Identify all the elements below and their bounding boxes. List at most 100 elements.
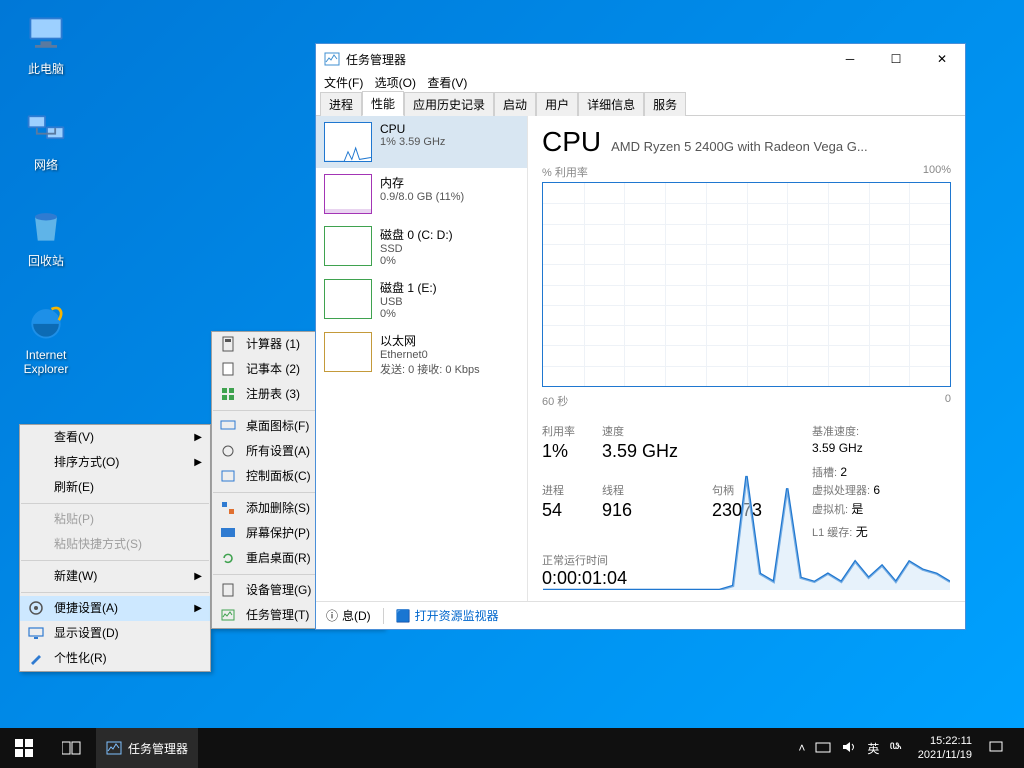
system-tray: ˄ 英 ꧘ 15:22:11 2021/11/19 [798, 728, 1024, 768]
clock-time: 15:22:11 [918, 734, 972, 748]
taskbar-app-label: 任务管理器 [128, 740, 188, 757]
y-axis-max: 100% [923, 164, 951, 180]
desktop-icon-ie[interactable]: Internet Explorer [9, 300, 83, 376]
network-thumb-chart [324, 332, 372, 372]
tray-ime-lang[interactable]: 英 [867, 740, 879, 757]
cpu-thumb-chart [324, 122, 372, 162]
desktop-icon-recycle-bin[interactable]: 回收站 [9, 204, 83, 269]
taskbar-app-taskmgr[interactable]: 任务管理器 [96, 728, 198, 768]
resource-cpu[interactable]: CPU1% 3.59 GHz [316, 116, 527, 168]
start-button[interactable] [0, 728, 48, 768]
tab-strip: 进程 性能 应用历史记录 启动 用户 详细信息 服务 [316, 94, 965, 116]
separator [21, 560, 209, 561]
task-manager-window: 任务管理器 ─ ☐ ✕ 文件(F) 选项(O) 查看(V) 进程 性能 应用历史… [315, 43, 966, 630]
ctx-personalize[interactable]: 个性化(R) [20, 646, 210, 671]
notepad-icon [220, 361, 236, 377]
desktop-icon-label: 此电脑 [28, 62, 64, 76]
menu-file[interactable]: 文件(F) [324, 76, 363, 90]
tray-volume-icon[interactable] [841, 739, 857, 758]
settings-icon [220, 443, 236, 459]
show-desktop-button[interactable] [1014, 728, 1020, 768]
ctx-view[interactable]: 查看(V)▶ [20, 425, 210, 450]
network-icon [24, 108, 68, 152]
status-bar: ⓘ息(D) 🟦打开资源监视器 [316, 601, 965, 629]
ctx-display-settings[interactable]: 显示设置(D) [20, 621, 210, 646]
cpu-model: AMD Ryzen 5 2400G with Radeon Vega G... [611, 139, 868, 154]
clock-date: 2021/11/19 [918, 748, 972, 762]
resource-disk0[interactable]: 磁盘 0 (C: D:)SSD0% [316, 220, 527, 273]
gear-icon [28, 600, 44, 616]
tray-chevron-icon[interactable]: ˄ [798, 741, 805, 755]
desktop-icon-label: 网络 [34, 158, 58, 172]
maximize-button[interactable]: ☐ [873, 44, 919, 74]
ctx-sort[interactable]: 排序方式(O)▶ [20, 450, 210, 475]
desktop-icon-label: 回收站 [28, 254, 64, 268]
chevron-right-icon: ▶ [194, 425, 202, 450]
title-bar[interactable]: 任务管理器 ─ ☐ ✕ [316, 44, 965, 74]
tray-clock[interactable]: 15:22:11 2021/11/19 [912, 734, 978, 762]
window-title: 任务管理器 [346, 51, 406, 68]
tab-details[interactable]: 详细信息 [578, 92, 644, 116]
screensaver-icon [220, 525, 236, 541]
restart-icon [220, 550, 236, 566]
open-resource-monitor-link[interactable]: 🟦打开资源监视器 [396, 607, 499, 624]
tab-startup[interactable]: 启动 [494, 92, 536, 116]
ctx-quick-settings[interactable]: 便捷设置(A)▶ [20, 596, 210, 621]
desktop-icon-label: Internet Explorer [24, 348, 69, 376]
disk-thumb-chart [324, 226, 372, 266]
ctx-new[interactable]: 新建(W)▶ [20, 564, 210, 589]
ctx-paste-shortcut: 粘贴快捷方式(S) [20, 532, 210, 557]
desktop-icon-network[interactable]: 网络 [9, 108, 83, 173]
desktop-icon-this-pc[interactable]: 此电脑 [9, 12, 83, 77]
minimize-button[interactable]: ─ [827, 44, 873, 74]
cpu-usage-chart [542, 182, 951, 387]
internet-explorer-icon [24, 300, 68, 344]
resource-list: CPU1% 3.59 GHz 内存0.9/8.0 GB (11%) 磁盘 0 (… [316, 116, 528, 601]
desktop-context-menu: 查看(V)▶ 排序方式(O)▶ 刷新(E) 粘贴(P) 粘贴快捷方式(S) 新建… [19, 424, 211, 672]
resource-disk1[interactable]: 磁盘 1 (E:)USB0% [316, 273, 527, 326]
chevron-right-icon: ▶ [194, 564, 202, 589]
tab-services[interactable]: 服务 [644, 92, 686, 116]
tab-users[interactable]: 用户 [536, 92, 578, 116]
menu-bar: 文件(F) 选项(O) 查看(V) [316, 74, 965, 94]
taskmgr-icon [220, 607, 236, 623]
ctx-paste: 粘贴(P) [20, 507, 210, 532]
chevron-right-icon: ▶ [194, 450, 202, 475]
separator [383, 608, 384, 624]
tab-history[interactable]: 应用历史记录 [404, 92, 494, 116]
taskmgr-icon [324, 51, 340, 67]
y-axis-label: % 利用率 [542, 164, 588, 180]
tab-processes[interactable]: 进程 [320, 92, 362, 116]
tray-ime-mode[interactable]: ꧘ [889, 736, 901, 760]
task-view-button[interactable] [48, 728, 96, 768]
display-icon [28, 625, 44, 641]
recycle-bin-icon [24, 204, 68, 248]
menu-view[interactable]: 查看(V) [427, 76, 467, 90]
disk-thumb-chart [324, 279, 372, 319]
resource-ethernet[interactable]: 以太网Ethernet0发送: 0 接收: 0 Kbps [316, 326, 527, 383]
tray-notifications-icon[interactable] [988, 739, 1004, 758]
separator [21, 503, 209, 504]
separator [21, 592, 209, 593]
chevron-right-icon: ▶ [194, 596, 202, 621]
device-icon [220, 582, 236, 598]
apps-icon [220, 500, 236, 516]
ctx-refresh[interactable]: 刷新(E) [20, 475, 210, 500]
monitor-icon [220, 418, 236, 434]
resource-memory[interactable]: 内存0.9/8.0 GB (11%) [316, 168, 527, 220]
tray-network-icon[interactable] [815, 739, 831, 758]
computer-icon [24, 12, 68, 56]
cpu-heading: CPU [542, 126, 601, 158]
chevron-up-icon: ⓘ [326, 607, 338, 624]
tab-performance[interactable]: 性能 [362, 91, 404, 116]
taskbar: 任务管理器 ˄ 英 ꧘ 15:22:11 2021/11/19 [0, 728, 1024, 768]
registry-icon [220, 386, 236, 402]
fewer-details-button[interactable]: ⓘ息(D) [326, 607, 371, 624]
performance-detail: CPU AMD Ryzen 5 2400G with Radeon Vega G… [528, 116, 965, 601]
paint-icon [28, 650, 44, 666]
control-panel-icon [220, 468, 236, 484]
close-button[interactable]: ✕ [919, 44, 965, 74]
menu-options[interactable]: 选项(O) [375, 76, 416, 90]
monitor-icon: 🟦 [396, 609, 411, 623]
calculator-icon [220, 336, 236, 352]
